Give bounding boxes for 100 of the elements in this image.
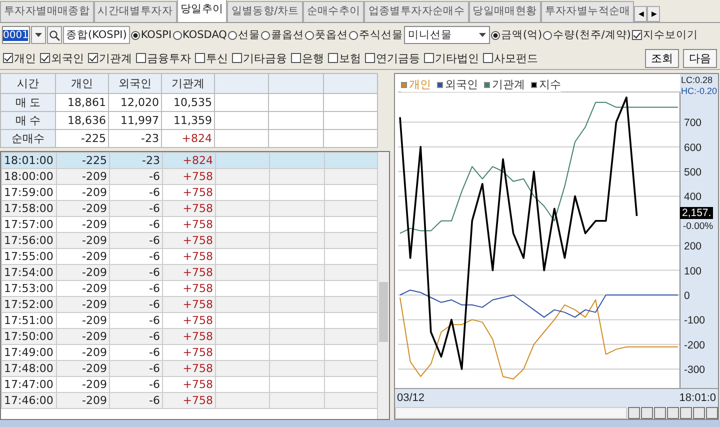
table-cell: 11,997 xyxy=(108,112,162,130)
column-header: 시간 xyxy=(0,74,56,94)
axis-label: 500 xyxy=(684,166,702,179)
time-cell: 17:58:00 xyxy=(2,200,56,216)
axis-label: 400 xyxy=(684,191,702,204)
index-change: -0.00% xyxy=(683,221,714,232)
table-cell: -6 xyxy=(110,168,162,184)
table-cell: -209 xyxy=(56,360,110,376)
row-label: 매 수 xyxy=(0,112,56,130)
axis-label: 600 xyxy=(684,142,702,154)
table-cell: -209 xyxy=(56,392,110,408)
investor-checkbox[interactable]: 은행 xyxy=(291,50,324,66)
time-cell: 17:48:00 xyxy=(2,360,56,376)
index-value: 2,157. xyxy=(680,207,714,219)
time-label: 18:01:0 xyxy=(679,392,716,404)
time-cell: 17:52:00 xyxy=(2,296,56,312)
table-cell: +758 xyxy=(162,296,216,312)
table-cell: -209 xyxy=(56,328,110,344)
investor-checkbox[interactable]: 기타법인 xyxy=(424,50,479,66)
investor-checkbox[interactable]: 연기금등 xyxy=(365,50,420,66)
investor-checkbox[interactable]: 외국인 xyxy=(40,50,84,66)
hc-label: HC:-0.20 xyxy=(681,86,718,96)
row-label: 순매수 xyxy=(0,130,56,148)
table-cell: 18,636 xyxy=(56,112,108,130)
table-cell: 11,359 xyxy=(162,112,214,130)
table-cell: +758 xyxy=(162,392,216,408)
investor-checkbox[interactable]: 투신 xyxy=(195,50,228,66)
table-cell: -6 xyxy=(110,360,162,376)
table-cell: +758 xyxy=(162,168,216,184)
search-icon xyxy=(49,30,60,40)
action-button[interactable]: 조회 xyxy=(645,48,679,68)
table-cell: -209 xyxy=(56,232,110,248)
legend-label: 외국인 xyxy=(445,77,478,92)
tab[interactable]: 당일매매현황 xyxy=(468,1,541,22)
table-cell: -209 xyxy=(56,168,110,184)
table-cell: +758 xyxy=(162,264,216,280)
caret-icon xyxy=(35,32,42,38)
axis-label: 0 xyxy=(684,290,690,302)
time-cell: 17:50:00 xyxy=(2,328,56,344)
table-cell: -6 xyxy=(110,328,162,344)
investor-checkbox[interactable]: 개인 xyxy=(3,50,36,66)
axis-label: -200 xyxy=(684,339,706,352)
table-cell: -6 xyxy=(110,296,162,312)
investor-checkbox[interactable]: 보험 xyxy=(328,50,361,66)
time-cell: 18:01:00 xyxy=(2,152,56,168)
investor-checkbox[interactable]: 사모펀드 xyxy=(483,50,538,66)
table-cell: 12,020 xyxy=(108,94,162,112)
scrollbar[interactable] xyxy=(395,407,627,419)
legend-label: 개인 xyxy=(409,77,431,92)
tab[interactable]: 일별동향/차트 xyxy=(227,1,303,22)
legend-label: 지수 xyxy=(539,77,561,92)
table-cell: -6 xyxy=(110,392,162,408)
row-label: 매 도 xyxy=(0,94,56,112)
legend-label: 기관계 xyxy=(492,77,525,92)
tab[interactable]: 순매수추이 xyxy=(302,1,364,22)
tab[interactable]: 당일추이 xyxy=(176,0,228,22)
column-header: 기관계 xyxy=(162,74,214,94)
market-radio[interactable]: KOSDAQ xyxy=(172,29,227,41)
table-cell: -209 xyxy=(56,296,110,312)
futures-select[interactable]: 미니선물 xyxy=(404,26,490,44)
investor-checkbox[interactable]: 기관계 xyxy=(88,50,132,66)
axis-label: -300 xyxy=(684,364,706,376)
table-cell: 18,861 xyxy=(56,94,108,112)
market-radio[interactable]: 선물 xyxy=(228,28,260,42)
unit-radio[interactable]: 금액(억) xyxy=(490,28,542,42)
search-button[interactable] xyxy=(47,26,62,44)
investor-checkbox[interactable]: 기타금융 xyxy=(232,50,287,66)
scrollbar[interactable] xyxy=(377,152,389,419)
table-cell: +758 xyxy=(162,200,216,216)
table-cell: -209 xyxy=(56,200,110,216)
axis-label: -100 xyxy=(684,314,706,327)
tab[interactable]: 투자자별매매종합 xyxy=(0,1,94,22)
column-header: 개인 xyxy=(56,74,108,94)
tab[interactable]: 투자자별누적순매 xyxy=(540,1,634,22)
table-cell: -6 xyxy=(110,264,162,280)
market-radio[interactable]: 콜옵션 xyxy=(260,28,304,42)
axis-label: 100 xyxy=(684,265,702,278)
tab[interactable]: 업종별투자자순매수 xyxy=(364,1,469,22)
table-cell: +758 xyxy=(162,360,216,376)
show-index-checkbox[interactable]: 지수보이기 xyxy=(632,28,698,42)
tab[interactable]: 시간대별투자자 xyxy=(94,1,177,22)
table-cell: -209 xyxy=(56,264,110,280)
investor-checkbox[interactable]: 금융투자 xyxy=(136,50,191,66)
table-cell: -225 xyxy=(56,130,108,148)
dropdown-button[interactable] xyxy=(31,26,46,44)
market-radio[interactable]: KOSPI xyxy=(130,29,172,41)
market-radio[interactable]: 주식선물 xyxy=(348,28,403,42)
axis-label: 200 xyxy=(684,240,702,253)
time-cell: 17:54:00 xyxy=(2,264,56,280)
caret-icon xyxy=(478,32,486,38)
table-cell: +758 xyxy=(162,328,216,344)
column-header: 외국인 xyxy=(108,74,162,94)
market-radio[interactable]: 풋옵션 xyxy=(304,28,348,42)
axis-label: 700 xyxy=(684,117,702,130)
action-button[interactable]: 다음 xyxy=(683,48,717,68)
unit-radio[interactable]: 수량(천주/계약) xyxy=(543,28,631,42)
date-label: 03/12 xyxy=(397,392,425,404)
time-cell: 18:00:00 xyxy=(2,168,56,184)
table-cell: -23 xyxy=(108,130,162,148)
code-field[interactable]: 0001 xyxy=(2,26,30,44)
